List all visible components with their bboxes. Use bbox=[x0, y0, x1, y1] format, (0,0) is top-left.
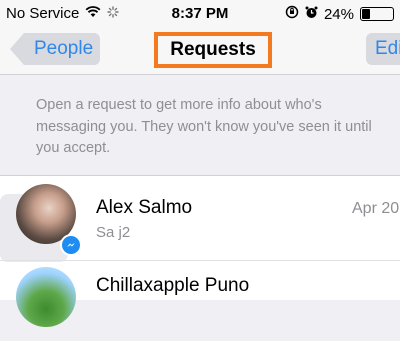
alarm-icon bbox=[305, 6, 318, 23]
page-title: Requests bbox=[170, 39, 256, 60]
info-text: Open a request to get more info about wh… bbox=[36, 97, 372, 156]
request-name: Alex Salmo bbox=[96, 197, 193, 218]
battery-level bbox=[362, 9, 370, 19]
requests-list: Alex Salmo Sa j2 Apr 20 Chillaxapple Pun… bbox=[0, 176, 400, 327]
orientation-lock-icon bbox=[285, 5, 299, 23]
title-highlight: Requests bbox=[154, 32, 272, 68]
request-preview: Sa j2 bbox=[96, 224, 131, 241]
status-bar-right: 24% bbox=[285, 5, 394, 23]
info-section: Open a request to get more info about wh… bbox=[0, 75, 400, 176]
edit-button[interactable]: Edit bbox=[366, 33, 400, 65]
status-bar: No Service 8:37 PM 24% bbox=[0, 0, 400, 30]
messenger-badge-icon bbox=[60, 234, 82, 256]
request-name: Chillaxapple Puno bbox=[96, 275, 250, 296]
request-row[interactable]: Alex Salmo Sa j2 Apr 20 bbox=[0, 180, 400, 262]
back-button-label: People bbox=[34, 38, 94, 59]
battery-percent: 24% bbox=[323, 5, 354, 23]
navigation-bar: People Requests Edit bbox=[0, 30, 400, 75]
back-button[interactable]: People bbox=[10, 33, 100, 65]
edit-button-label: Edit bbox=[375, 38, 400, 59]
battery-icon bbox=[360, 7, 394, 21]
avatar bbox=[16, 267, 76, 327]
request-date: Apr 20 bbox=[352, 200, 400, 217]
request-row[interactable]: Chillaxapple Puno bbox=[0, 260, 400, 341]
